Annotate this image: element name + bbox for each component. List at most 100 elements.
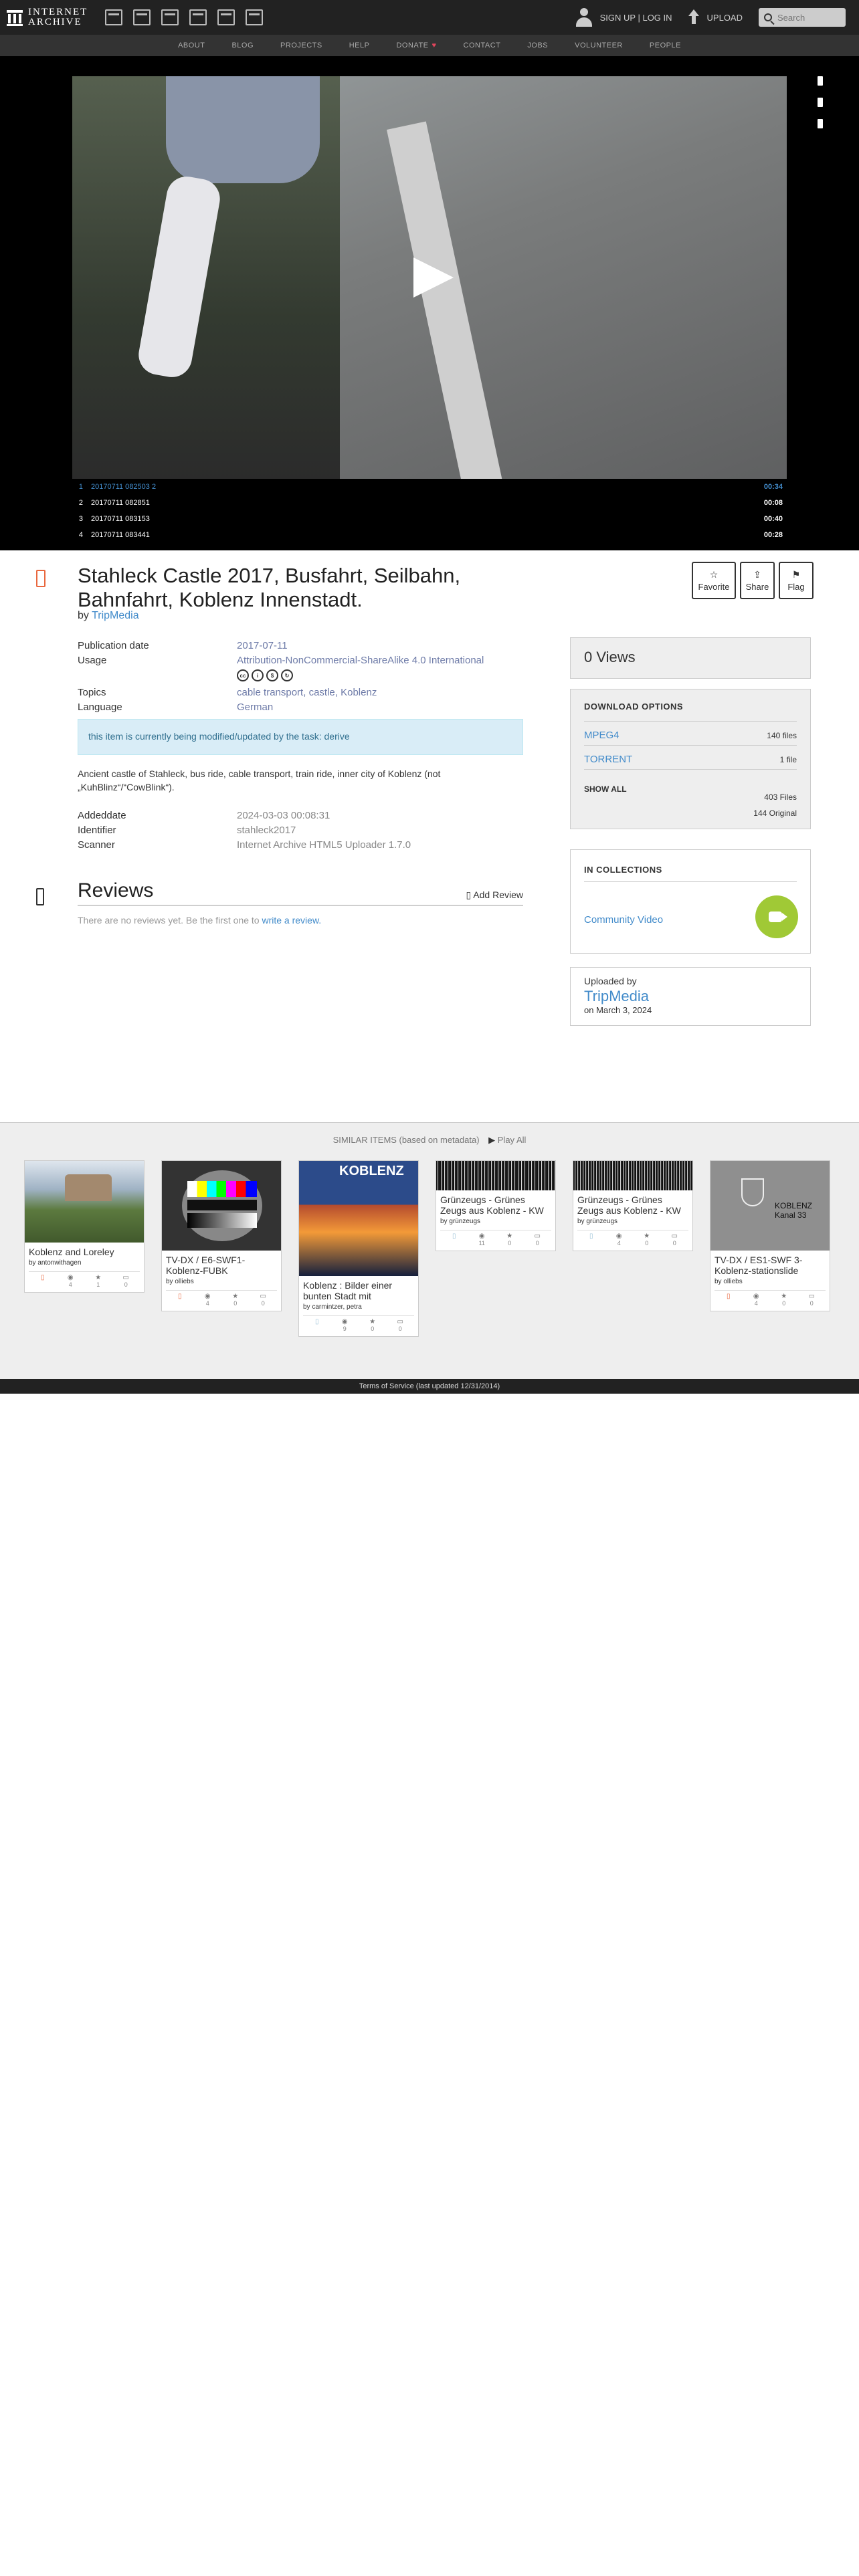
similar-item-creator: by grünzeugs (440, 1218, 481, 1225)
reviews-stat: ▭ 0 (661, 1233, 689, 1247)
playlist-num: 3 (78, 515, 83, 523)
collection-link[interactable]: Community Video (584, 914, 663, 926)
user-icon[interactable] (575, 7, 593, 28)
item-thumbnail (436, 1161, 555, 1190)
theater-control-icon[interactable] (818, 76, 823, 86)
theater-control-icon[interactable] (818, 119, 823, 128)
metadata-key: Usage (78, 655, 107, 666)
topic-link[interactable]: castle (309, 687, 335, 698)
views-stat: ◉ 4 (743, 1293, 771, 1307)
audio-icon[interactable] (189, 9, 207, 25)
topic-link[interactable]: Koblenz (341, 687, 377, 698)
texts-icon[interactable] (133, 9, 151, 25)
noncommercial-icon[interactable]: $ (266, 669, 278, 681)
playlist-row[interactable]: 4 20170711 083441 00:28 (72, 527, 787, 543)
similar-item-tile[interactable]: KOBLENZ Kanal 33 TV-DX / ES1-SWF 3-Koble… (710, 1160, 830, 1311)
attribution-icon[interactable]: i (252, 669, 264, 681)
nav-help[interactable]: HELP (349, 41, 370, 49)
play-all-button[interactable]: ▶ Play All (488, 1135, 526, 1145)
similar-item-title[interactable]: TV-DX / E6-SWF1-Koblenz-FUBK (162, 1251, 281, 1276)
add-review-button[interactable]: ▯ Add Review (466, 889, 523, 901)
item-thumbnail (573, 1161, 692, 1190)
publication-date[interactable]: 2017-07-11 (237, 639, 288, 653)
logo-text: INTERNET ARCHIVE (28, 7, 88, 27)
item-metadata: Publication date 2017-07-11 Usage Attrib… (78, 639, 523, 853)
download-row[interactable]: TORRENT 1 file (584, 750, 797, 770)
item-thumbnail: KOBLENZ Kanal 33 (710, 1161, 830, 1251)
signup-login-link[interactable]: SIGN UP | LOG IN (600, 13, 672, 23)
collections-heading: IN COLLECTIONS (584, 865, 662, 875)
uploader-link[interactable]: TripMedia (584, 988, 797, 1005)
community-video-icon[interactable] (755, 895, 798, 938)
download-row[interactable]: MPEG4 140 files (584, 726, 797, 746)
search-icon[interactable] (764, 13, 772, 21)
upload-date: on March 3, 2024 (584, 1005, 652, 1015)
play-icon[interactable] (413, 257, 454, 298)
upload-icon[interactable] (687, 9, 700, 25)
views-count: 0 Views (584, 649, 636, 665)
nav-projects[interactable]: PROJECTS (280, 41, 322, 49)
download-format[interactable]: MPEG4 (584, 730, 619, 741)
video-icon[interactable] (161, 9, 179, 25)
item-stats: ▯ ◉ 4 ★ 1 ▭ 0 (29, 1271, 140, 1288)
creator-link[interactable]: TripMedia (92, 610, 139, 621)
terms-link[interactable]: Terms of Service (last updated 12/31/201… (359, 1382, 500, 1390)
ia-logo[interactable]: INTERNET ARCHIVE (7, 7, 88, 27)
topic-link[interactable]: cable transport (237, 687, 303, 698)
similar-item-title[interactable]: Koblenz and Loreley (25, 1243, 144, 1257)
web-icon[interactable] (105, 9, 123, 25)
ia-building-icon (7, 9, 23, 26)
search-input[interactable] (777, 12, 841, 23)
review-icon: ▭ (671, 1232, 678, 1240)
cc-icon[interactable]: cc (237, 669, 249, 681)
similar-item-tile[interactable]: Grünzeugs - Grünes Zeugs aus Koblenz - K… (436, 1160, 556, 1251)
similar-item-tile[interactable]: Koblenz and Loreley by antonwithagen ▯ ◉… (24, 1160, 145, 1293)
nav-contact[interactable]: CONTACT (464, 41, 501, 49)
share-button[interactable]: ⇪ Share (740, 562, 775, 599)
top-bar: INTERNET ARCHIVE SIGN UP | LOG IN UPLOAD (0, 0, 859, 35)
similar-item-tile[interactable]: Grünzeugs - Grünes Zeugs aus Koblenz - K… (573, 1160, 693, 1251)
flag-button[interactable]: ⚑ Flag (779, 562, 814, 599)
reviews-stat: ▭ 0 (798, 1293, 826, 1307)
similar-heading-text: SIMILAR ITEMS (based on metadata) (332, 1135, 480, 1145)
write-review-link[interactable]: write a review. (262, 915, 321, 926)
metadata-key: Identifier (78, 825, 116, 836)
favorites-stat: ★ 0 (221, 1293, 250, 1307)
download-format[interactable]: TORRENT (584, 754, 632, 765)
software-icon[interactable] (217, 9, 235, 25)
movies-icon: ▯ (40, 1274, 45, 1281)
nav-donate[interactable]: DONATE ♥ (396, 41, 436, 49)
similar-item-title[interactable]: Koblenz : Bilder einer bunten Stadt mit (299, 1276, 418, 1301)
similar-item-title[interactable]: TV-DX / ES1-SWF 3-Koblenz-stationslide (710, 1251, 830, 1276)
similar-item-title[interactable]: Grünzeugs - Grünes Zeugs aus Koblenz - K… (573, 1190, 692, 1216)
similar-item-tile[interactable]: KOBLENZ Koblenz : Bilder einer bunten St… (298, 1160, 419, 1337)
similar-item-title[interactable]: Grünzeugs - Grünes Zeugs aus Koblenz - K… (436, 1190, 555, 1216)
nav-jobs[interactable]: JOBS (527, 41, 548, 49)
original-files-link[interactable]: 144 Original (584, 809, 797, 818)
sharealike-icon[interactable]: ↻ (281, 669, 293, 681)
similar-item-tile[interactable]: TV-DX / E6-SWF1-Koblenz-FUBK by olliebs … (161, 1160, 282, 1311)
theater-control-icon[interactable] (818, 98, 823, 107)
images-icon[interactable] (246, 9, 264, 25)
eye-icon: ◉ (753, 1293, 759, 1300)
favorite-button[interactable]: ☆ Favorite (692, 562, 736, 599)
video-player[interactable] (72, 76, 787, 479)
language-link[interactable]: German (237, 700, 273, 715)
playlist-row[interactable]: 2 20170711 082851 00:08 (72, 495, 787, 511)
nav-people[interactable]: PEOPLE (650, 41, 681, 49)
playlist-row[interactable]: 3 20170711 083153 00:40 (72, 511, 787, 527)
nav-about[interactable]: ABOUT (178, 41, 205, 49)
add-review-icon: ▯ (466, 889, 474, 900)
reviews-stat: ▭ 0 (250, 1293, 278, 1307)
playlist-row[interactable]: 1 20170711 082503 2 00:34 (72, 479, 787, 495)
movies-icon: ▯ (177, 1293, 182, 1300)
nav-volunteer[interactable]: VOLUNTEER (575, 41, 623, 49)
show-all-link[interactable]: SHOW ALL (584, 784, 627, 802)
playlist-duration: 00:28 (763, 531, 783, 539)
playlist-duration: 00:34 (763, 483, 783, 491)
license-link[interactable]: Attribution-NonCommercial-ShareAlike 4.0… (237, 653, 484, 668)
derive-notice: this item is currently being modified/up… (78, 719, 523, 755)
media-type-nav (105, 9, 264, 25)
upload-link[interactable]: UPLOAD (707, 13, 743, 23)
nav-blog[interactable]: BLOG (231, 41, 254, 49)
